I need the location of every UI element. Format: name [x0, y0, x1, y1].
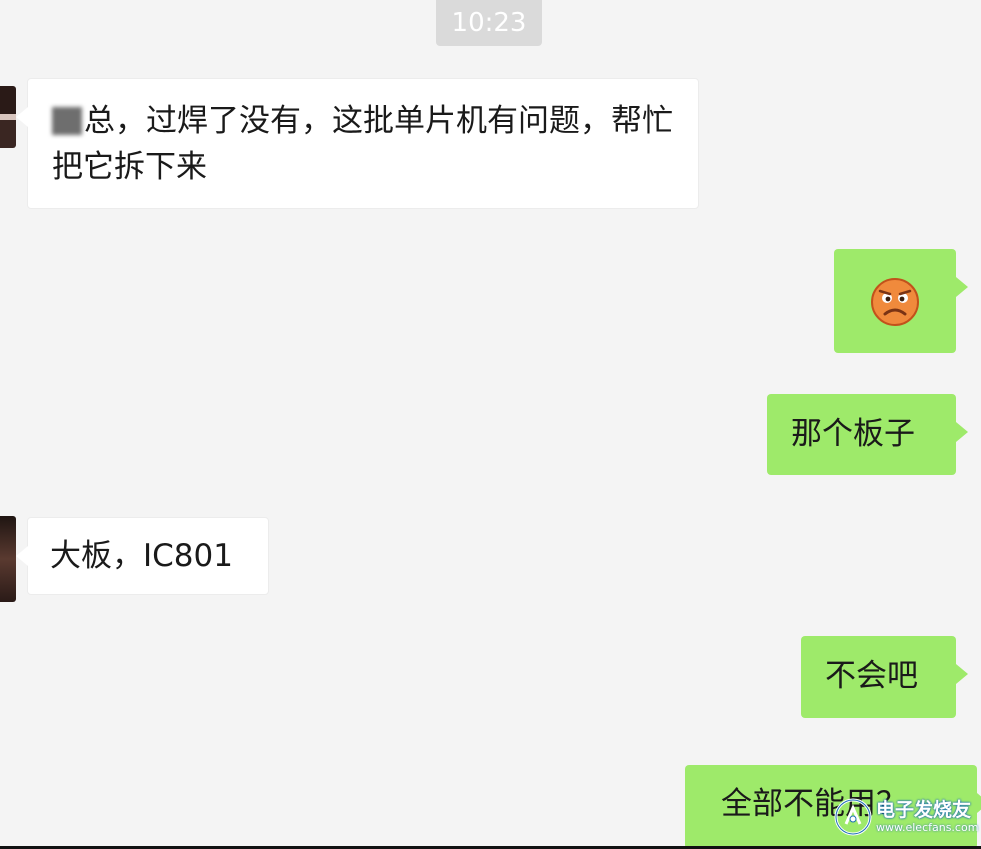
message-text: 那个板子 — [791, 416, 915, 452]
message-bubble-outgoing[interactable] — [834, 249, 968, 353]
watermark-title: 电子发烧友 — [876, 799, 972, 821]
chat-window: 10:23 总，过焊了没有，这批单片机有问题，帮忙把它拆下来 那个板子 大板，I… — [0, 0, 981, 849]
timestamp-badge: 10:23 — [436, 0, 542, 46]
watermark-url: www.elecfans.com — [876, 821, 979, 834]
message-bubble-incoming[interactable]: 总，过焊了没有，这批单片机有问题，帮忙把它拆下来 — [16, 78, 699, 209]
contact-avatar[interactable] — [0, 86, 16, 148]
message-text: 大板，IC801 — [50, 538, 233, 574]
message-text: 总，过焊了没有，这批单片机有问题，帮忙把它拆下来 — [52, 103, 673, 185]
contact-avatar[interactable] — [0, 516, 16, 602]
message-bubble-incoming[interactable]: 大板，IC801 — [16, 517, 269, 595]
message-bubble-outgoing[interactable]: 不会吧 — [801, 636, 968, 718]
redacted-name — [52, 107, 82, 135]
message-bubble-outgoing[interactable]: 那个板子 — [767, 394, 968, 475]
watermark-text-group: 电子发烧友 www.elecfans.com — [876, 799, 978, 835]
message-text: 不会吧 — [825, 658, 918, 694]
watermark: 电子发烧友 www.elecfans.com — [834, 792, 980, 842]
elecfans-logo-icon — [834, 798, 872, 836]
sad-face-emoji-icon — [871, 278, 919, 326]
